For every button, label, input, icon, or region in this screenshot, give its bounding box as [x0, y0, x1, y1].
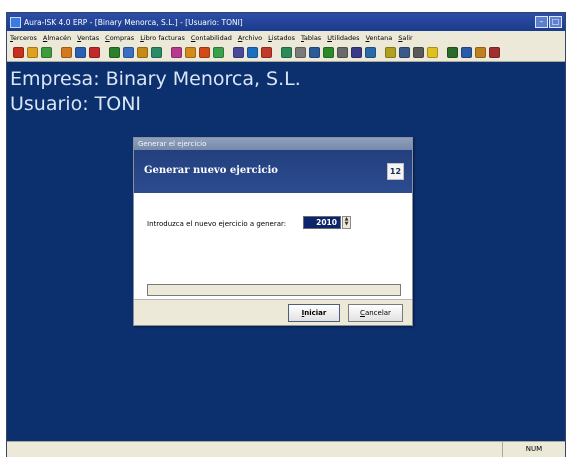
- menu-ventana[interactable]: Ventana: [366, 34, 393, 42]
- refresh-icon[interactable]: [385, 47, 396, 58]
- maximize-button[interactable]: □: [549, 16, 562, 28]
- calendar-icon: 12: [387, 163, 404, 180]
- doc1-icon[interactable]: [75, 47, 86, 58]
- menu-bar: Terceros Almacén Ventas Compras Libro fa…: [7, 31, 565, 44]
- menu-salir[interactable]: Salir: [398, 34, 412, 42]
- user-label: Usuario: TONI: [10, 93, 142, 115]
- grid-icon[interactable]: [337, 47, 348, 58]
- doc4-icon[interactable]: [247, 47, 258, 58]
- menu-listados[interactable]: Listados: [268, 34, 295, 42]
- menu-archivo[interactable]: Archivo: [238, 34, 262, 42]
- app-icon: [10, 16, 21, 28]
- toolbar: [7, 44, 565, 62]
- toolbar-separator: [227, 47, 230, 58]
- menu-contabilidad[interactable]: Contabilidad: [191, 34, 232, 42]
- generate-year-dialog: Generar el ejercicio Generar nuevo ejerc…: [133, 137, 413, 326]
- print-icon[interactable]: [413, 47, 424, 58]
- user2-icon[interactable]: [27, 47, 38, 58]
- doc6-icon[interactable]: [281, 47, 292, 58]
- dialog-footer: Iniciar Cancelar: [134, 300, 412, 326]
- toolbar-separator: [379, 47, 382, 58]
- tile-icon[interactable]: [399, 47, 410, 58]
- truck-icon[interactable]: [185, 47, 196, 58]
- sheet1-icon[interactable]: [447, 47, 458, 58]
- exit-icon[interactable]: [489, 47, 500, 58]
- toolbar-separator: [441, 47, 444, 58]
- title-bar: Aura-ISK 4.0 ERP - [Binary Menorca, S.L.…: [7, 13, 565, 31]
- doc5-icon[interactable]: [261, 47, 272, 58]
- lightning-icon[interactable]: [427, 47, 438, 58]
- year-input[interactable]: 2010: [303, 216, 341, 229]
- menu-compras[interactable]: Compras: [105, 34, 134, 42]
- menu-ventas[interactable]: Ventas: [77, 34, 99, 42]
- chart-icon[interactable]: [41, 47, 52, 58]
- company-label: Empresa: Binary Menorca, S.L.: [10, 68, 301, 90]
- dialog-body: Introduzca el nuevo ejercicio a generar:…: [134, 193, 412, 300]
- list-icon[interactable]: [351, 47, 362, 58]
- year-prompt: Introduzca el nuevo ejercicio a generar:: [147, 220, 287, 228]
- spin-down-icon[interactable]: ▼: [343, 222, 350, 227]
- toolbar-separator: [103, 47, 106, 58]
- chart2-icon[interactable]: [323, 47, 334, 58]
- gift-icon[interactable]: [171, 47, 182, 58]
- monitor-icon[interactable]: [309, 47, 320, 58]
- window-title: Aura-ISK 4.0 ERP - [Binary Menorca, S.L.…: [24, 17, 243, 27]
- user-icon[interactable]: [13, 47, 24, 58]
- book3-icon[interactable]: [151, 47, 162, 58]
- book2-icon[interactable]: [137, 47, 148, 58]
- help-icon[interactable]: [475, 47, 486, 58]
- doc3-icon[interactable]: [109, 47, 120, 58]
- pencil-icon[interactable]: [199, 47, 210, 58]
- doc2-icon[interactable]: [89, 47, 100, 58]
- sheet2-icon[interactable]: [461, 47, 472, 58]
- toolbar-separator: [165, 47, 168, 58]
- heart-icon[interactable]: [61, 47, 72, 58]
- arrow-icon[interactable]: [295, 47, 306, 58]
- progress-bar: [147, 284, 401, 296]
- toolbar-separator: [275, 47, 278, 58]
- book1-icon[interactable]: [123, 47, 134, 58]
- num-lock-indicator: NUM: [502, 442, 565, 457]
- cancel-button[interactable]: Cancelar: [348, 304, 403, 322]
- start-button[interactable]: Iniciar: [288, 304, 340, 322]
- status-bar: NUM: [7, 441, 565, 457]
- menu-tablas[interactable]: Tablas: [301, 34, 321, 42]
- minimize-button[interactable]: –: [535, 16, 548, 28]
- magic-icon[interactable]: [213, 47, 224, 58]
- calc-icon[interactable]: [233, 47, 244, 58]
- menu-terceros[interactable]: Terceros: [10, 34, 37, 42]
- year-spinner[interactable]: ▲ ▼: [342, 216, 351, 229]
- menu-almacen[interactable]: Almacén: [43, 34, 71, 42]
- menu-utilidades[interactable]: Utilidades: [327, 34, 359, 42]
- dialog-header: Generar nuevo ejercicio 12: [134, 150, 412, 193]
- menu-libro-facturas[interactable]: Libro facturas: [140, 34, 185, 42]
- window-icon[interactable]: [365, 47, 376, 58]
- dialog-title: Generar el ejercicio: [134, 138, 412, 150]
- dialog-heading: Generar nuevo ejercicio: [144, 165, 278, 176]
- toolbar-separator: [55, 47, 58, 58]
